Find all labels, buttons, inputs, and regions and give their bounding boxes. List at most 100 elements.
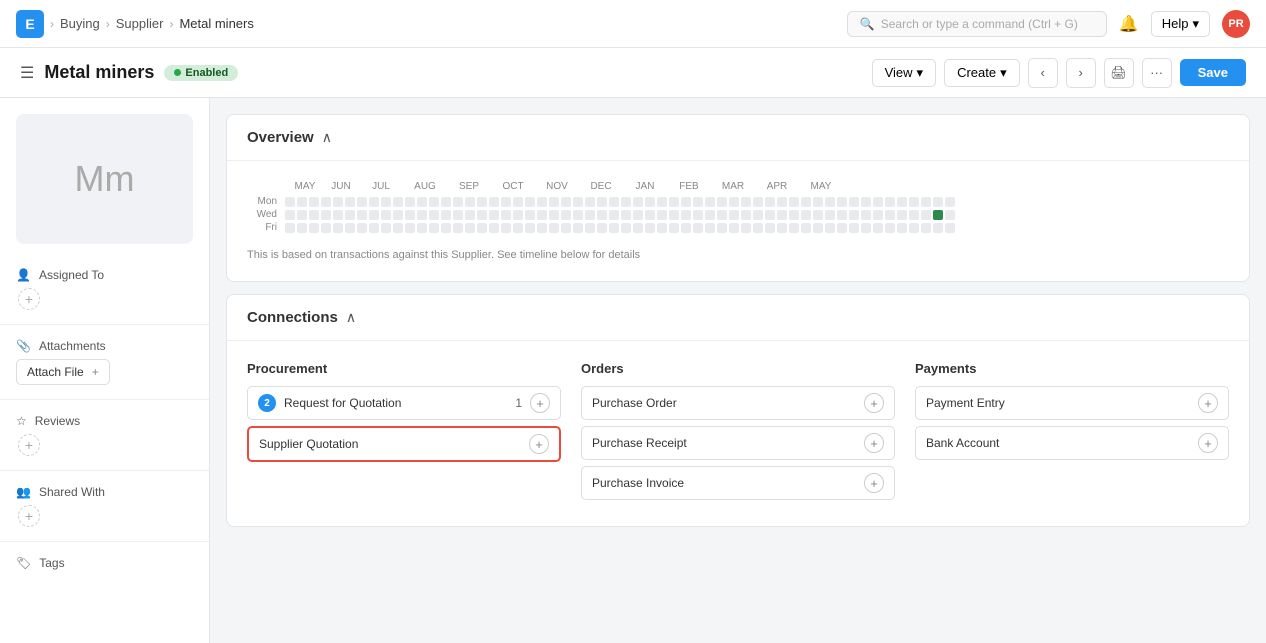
sep3: › (169, 17, 173, 31)
breadcrumb-buying[interactable]: Buying (60, 16, 100, 31)
ba-add-button[interactable]: + (1198, 433, 1218, 453)
orders-title: Orders (581, 361, 895, 376)
procurement-title: Procurement (247, 361, 561, 376)
connections-grid: Procurement 2 Request for Quotation 1 + … (247, 361, 1229, 506)
heatmap-cell (369, 210, 379, 220)
search-bar[interactable]: 🔍 Search or type a command (Ctrl + G) (847, 11, 1107, 37)
heatmap-container: MAY JUN JUL AUG SEP OCT NOV DEC JAN FEB … (247, 181, 1229, 235)
connection-purchase-order[interactable]: Purchase Order + (581, 386, 895, 420)
attach-file-button[interactable]: Attach File + (16, 359, 110, 385)
overview-panel-body: MAY JUN JUL AUG SEP OCT NOV DEC JAN FEB … (227, 161, 1249, 281)
heatmap-cell (573, 223, 583, 233)
connection-purchase-invoice[interactable]: Purchase Invoice + (581, 466, 895, 500)
app-logo[interactable]: E (16, 10, 44, 38)
heatmap-cell (285, 210, 295, 220)
rfq-count: 1 (515, 396, 522, 410)
heatmap-cell (597, 210, 607, 220)
heatmap-cell (777, 210, 787, 220)
heatmap-cell (801, 197, 811, 207)
heatmap-cell (465, 223, 475, 233)
heatmap-cell (729, 223, 739, 233)
chevron-down-icon: ▾ (1000, 65, 1007, 81)
reviews-label: ☆ Reviews (16, 414, 193, 428)
next-button[interactable]: › (1066, 58, 1096, 88)
heatmap-cell (333, 210, 343, 220)
heatmap-cell (549, 210, 559, 220)
overview-panel-header: Overview ∧ (227, 115, 1249, 161)
breadcrumb-supplier[interactable]: Supplier (116, 16, 164, 31)
payments-section: Payments Payment Entry + Bank Account + (915, 361, 1229, 506)
heatmap-cell (345, 197, 355, 207)
heatmap-cell (849, 223, 859, 233)
user-avatar[interactable]: PR (1222, 10, 1250, 38)
view-button[interactable]: View ▾ (872, 59, 936, 87)
print-button[interactable]: 🖨 (1104, 58, 1134, 88)
heatmap-cell (393, 210, 403, 220)
heatmap-cell (837, 223, 847, 233)
heatmap-cell (921, 197, 931, 207)
heatmap-cell (897, 197, 907, 207)
connection-bank-account[interactable]: Bank Account + (915, 426, 1229, 460)
connection-request-for-quotation[interactable]: 2 Request for Quotation 1 + (247, 386, 561, 420)
heatmap-cell (501, 223, 511, 233)
add-shared-with-button[interactable]: + (18, 505, 40, 527)
connection-payment-entry[interactable]: Payment Entry + (915, 386, 1229, 420)
add-review-button[interactable]: + (18, 434, 40, 456)
page-header: ☰ Metal miners Enabled View ▾ Create ▾ ‹… (0, 48, 1266, 98)
heatmap-cell (753, 223, 763, 233)
month-mar: MAR (711, 181, 755, 192)
heatmap-cell (549, 197, 559, 207)
save-button[interactable]: Save (1180, 59, 1246, 86)
connections-panel-header: Connections ∧ (227, 295, 1249, 341)
connections-panel: Connections ∧ Procurement 2 Request for … (226, 294, 1250, 527)
heatmap-row-label-fri: Fri (247, 222, 283, 233)
heatmap-cell (465, 210, 475, 220)
month-jan: JAN (623, 181, 667, 192)
heatmap-cell (417, 223, 427, 233)
heatmap-cell (849, 210, 859, 220)
heatmap-cell (693, 210, 703, 220)
heatmap-cell (381, 210, 391, 220)
heatmap-cell (309, 223, 319, 233)
notification-bell-icon[interactable]: 🔔 (1119, 14, 1139, 34)
page-title: Metal miners (44, 62, 154, 83)
heatmap-cell (909, 197, 919, 207)
prev-button[interactable]: ‹ (1028, 58, 1058, 88)
top-navigation: E › Buying › Supplier › Metal miners 🔍 S… (0, 0, 1266, 48)
heatmap-cell (921, 210, 931, 220)
pr-add-button[interactable]: + (864, 433, 884, 453)
sidebar-toggle-icon[interactable]: ☰ (20, 63, 34, 83)
heatmap-cell (537, 210, 547, 220)
pe-add-button[interactable]: + (1198, 393, 1218, 413)
connection-supplier-quotation[interactable]: Supplier Quotation + (247, 426, 561, 462)
add-assigned-to-button[interactable]: + (18, 288, 40, 310)
sq-add-button[interactable]: + (529, 434, 549, 454)
month-sep: SEP (447, 181, 491, 192)
heatmap-cell (297, 223, 307, 233)
heatmap-row-label-wed: Wed (247, 209, 283, 220)
rfq-add-button[interactable]: + (530, 393, 550, 413)
help-button[interactable]: Help ▾ (1151, 11, 1210, 37)
more-options-button[interactable]: ··· (1142, 58, 1172, 88)
po-add-button[interactable]: + (864, 393, 884, 413)
heatmap-cell (873, 197, 883, 207)
heatmap-cell (801, 223, 811, 233)
connections-collapse-icon[interactable]: ∧ (346, 309, 356, 326)
collapse-icon[interactable]: ∧ (322, 129, 332, 146)
heatmap-cell (837, 210, 847, 220)
create-button[interactable]: Create ▾ (944, 59, 1020, 87)
heatmap-cell (561, 223, 571, 233)
heatmap-cell (789, 210, 799, 220)
heatmap-cell (633, 223, 643, 233)
heatmap-cell (813, 223, 823, 233)
heatmap-cell (681, 223, 691, 233)
pi-add-button[interactable]: + (864, 473, 884, 493)
heatmap-cell (561, 197, 571, 207)
connection-purchase-receipt[interactable]: Purchase Receipt + (581, 426, 895, 460)
heatmap-cell (801, 210, 811, 220)
month-labels: MAY JUN JUL AUG SEP OCT NOV DEC JAN FEB … (247, 181, 1229, 192)
chevron-down-icon: ▾ (1192, 16, 1199, 32)
heatmap-cell (813, 210, 823, 220)
heatmap-cell (333, 223, 343, 233)
status-dot-icon (174, 69, 181, 76)
